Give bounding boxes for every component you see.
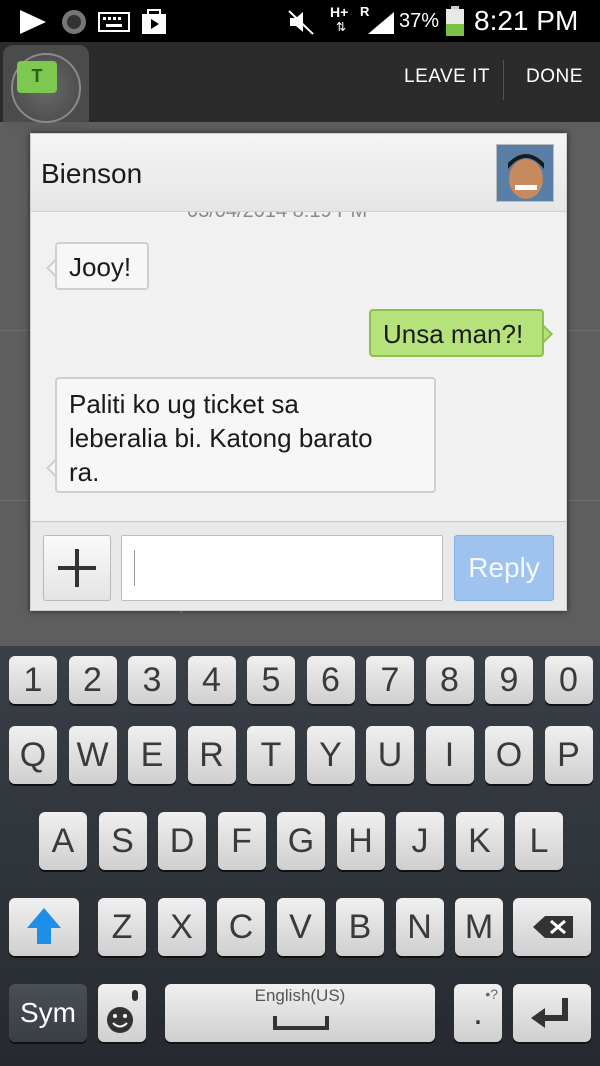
reply-input[interactable] [121, 535, 443, 601]
message-text-line: Paliti ko ug ticket sa [69, 389, 299, 419]
key-8[interactable]: 8 [425, 656, 474, 704]
key-a[interactable]: A [39, 812, 87, 870]
network-type: H+ [330, 4, 349, 20]
message-text-line: ra. [69, 457, 100, 487]
dialog-header: Bienson [31, 134, 566, 212]
quick-reply-dialog: Bienson 03/04/2014 8:19 PM Jooy! Unsa ma… [30, 133, 567, 611]
emoji-voice-key[interactable] [98, 984, 146, 1042]
backspace-key[interactable] [513, 898, 591, 956]
clock: 8:21 PM [474, 5, 579, 36]
key-9[interactable]: 9 [485, 656, 533, 704]
period-hint: •? [485, 986, 498, 1002]
key-v[interactable]: V [276, 898, 325, 956]
mute-icon [288, 10, 314, 35]
key-q[interactable]: Q [9, 726, 57, 784]
key-w[interactable]: W [68, 726, 117, 784]
key-k[interactable]: K [455, 812, 504, 870]
space-icon [273, 1016, 329, 1030]
key-c[interactable]: C [217, 898, 265, 956]
key-n[interactable]: N [395, 898, 444, 956]
key-t[interactable]: T [247, 726, 295, 784]
signal-icon [368, 12, 394, 34]
attach-button[interactable] [43, 535, 111, 601]
key-3[interactable]: 3 [128, 656, 176, 704]
incoming-message: Jooy! [55, 242, 149, 290]
contact-name: Bienson [41, 158, 143, 189]
enter-icon [531, 998, 568, 1028]
backspace-icon [533, 916, 573, 938]
avatar-image [497, 145, 553, 201]
incoming-message: Paliti ko ug ticket sa leberalia bi. Kat… [55, 377, 436, 493]
period-key[interactable]: •?. [454, 984, 502, 1042]
key-0[interactable]: 0 [544, 656, 593, 704]
key-p[interactable]: P [544, 726, 593, 784]
shift-key[interactable] [9, 898, 79, 956]
reply-button[interactable]: Reply [454, 535, 554, 601]
key-j[interactable]: J [396, 812, 444, 870]
shopping-bag-icon [142, 9, 166, 34]
key-7[interactable]: 7 [366, 656, 414, 704]
done-button[interactable]: DONE [526, 66, 583, 88]
key-r[interactable]: R [187, 726, 236, 784]
message-text: Jooy! [69, 252, 132, 282]
keyboard: 1 2 3 4 5 6 7 8 9 0 Q W E R T Y U I O P A S D F G H J K L Z X C V B N M Sym E… [0, 646, 600, 1066]
key-s[interactable]: S [98, 812, 147, 870]
key-u[interactable]: U [366, 726, 414, 784]
key-y[interactable]: Y [306, 726, 355, 784]
floating-chathead[interactable]: T [3, 45, 89, 129]
key-6[interactable]: 6 [306, 656, 355, 704]
action-divider [503, 60, 504, 100]
key-b[interactable]: B [336, 898, 384, 956]
key-d[interactable]: D [158, 812, 206, 870]
compose-bar: Reply [31, 521, 566, 610]
avatar[interactable] [496, 144, 554, 202]
message-text: Unsa man?! [383, 319, 524, 349]
key-1[interactable]: 1 [9, 656, 57, 704]
key-f[interactable]: F [217, 812, 266, 870]
key-e[interactable]: E [128, 726, 176, 784]
plus-icon [58, 549, 96, 587]
record-icon [62, 10, 86, 34]
period-label: . [473, 994, 483, 1032]
key-l[interactable]: L [515, 812, 563, 870]
chathead-badge: T [17, 61, 57, 93]
play-icon [20, 10, 46, 34]
text-caret [134, 550, 135, 586]
battery-icon [446, 6, 464, 36]
leave-it-button[interactable]: LEAVE IT [404, 66, 490, 88]
enter-key[interactable] [513, 984, 591, 1042]
battery-percent: 37% [399, 10, 440, 32]
background-action-bar [0, 42, 600, 122]
data-arrows-icon: ⇅ [336, 20, 347, 34]
key-z[interactable]: Z [98, 898, 146, 956]
key-4[interactable]: 4 [187, 656, 236, 704]
key-i[interactable]: I [425, 726, 474, 784]
key-5[interactable]: 5 [247, 656, 295, 704]
key-h[interactable]: H [336, 812, 385, 870]
keyboard-icon [98, 12, 130, 32]
status-bar: H+ ⇅ R 37% 8:21 PM [0, 0, 600, 42]
key-o[interactable]: O [485, 726, 533, 784]
key-g[interactable]: G [277, 812, 325, 870]
message-text-line: leberalia bi. Katong barato [69, 423, 373, 453]
space-key[interactable]: English(US) [165, 984, 435, 1042]
emoji-icon [107, 990, 138, 1033]
outgoing-message: Unsa man?! [369, 309, 544, 357]
sym-key[interactable]: Sym [9, 984, 87, 1042]
key-m[interactable]: M [455, 898, 503, 956]
key-2[interactable]: 2 [68, 656, 117, 704]
language-label: English(US) [254, 986, 346, 1005]
key-x[interactable]: X [157, 898, 206, 956]
shift-arrow-icon [27, 908, 61, 944]
